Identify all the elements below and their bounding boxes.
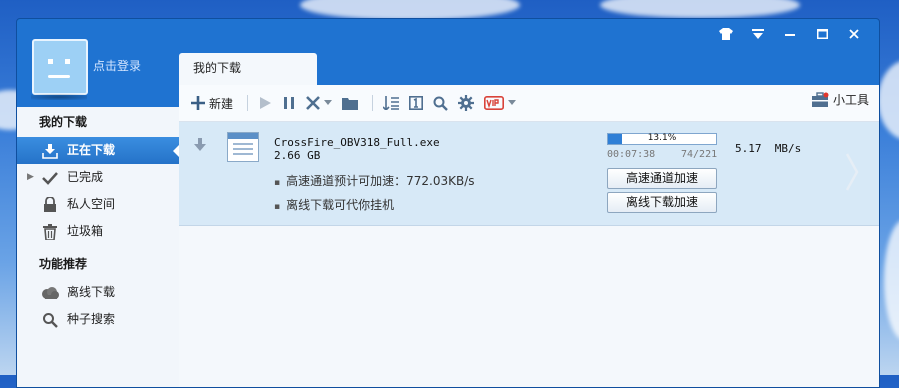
properties-icon <box>409 96 424 110</box>
vip-button[interactable] <box>484 91 517 115</box>
sidebar-item-label: 离线下载 <box>67 285 116 299</box>
delete-icon <box>306 96 320 110</box>
elapsed-time: 00:07:38 <box>607 149 656 160</box>
pause-button[interactable] <box>282 91 296 115</box>
toolbar-divider <box>247 95 249 111</box>
plus-icon <box>191 96 205 110</box>
download-speed: 5.17 MB/s <box>735 142 802 155</box>
toolbar-divider <box>372 95 374 111</box>
avatar-mouth <box>48 75 70 78</box>
trash-icon <box>41 223 59 241</box>
download-arrow-icon <box>193 138 207 155</box>
close-icon[interactable] <box>843 25 865 43</box>
main-panel: 新建 小工具 CrossFire_OBV318_Full.exe 2.66 GB… <box>179 85 879 387</box>
offline-accelerate-button[interactable]: 离线下载加速 <box>607 192 717 213</box>
sidebar-item-label: 垃圾箱 <box>67 224 104 238</box>
avatar-eye <box>65 59 70 64</box>
delete-button[interactable] <box>306 91 333 115</box>
expand-arrow-icon[interactable]: ▶ <box>27 164 34 191</box>
open-folder-button[interactable] <box>342 91 359 115</box>
avatar[interactable] <box>32 39 88 95</box>
sidebar-heading-features: 功能推荐 <box>39 257 88 271</box>
file-type-icon <box>227 132 259 162</box>
sidebar-item-label: 种子搜索 <box>67 312 116 326</box>
progress-percent: 13.1% <box>647 133 677 143</box>
sidebar-item-label: 私人空间 <box>67 197 116 211</box>
download-task-row[interactable]: CrossFire_OBV318_Full.exe 2.66 GB 高速通道预计… <box>179 122 879 226</box>
sidebar: 我的下载 正在下载 ▶ 已完成 私人空间 垃圾箱 功能推荐 离线下载 种子搜索 <box>17 107 180 387</box>
sort-icon <box>383 96 400 110</box>
play-icon <box>260 97 272 109</box>
vip-icon <box>484 96 505 110</box>
skin-icon[interactable] <box>715 25 737 43</box>
maximize-icon[interactable] <box>811 25 833 43</box>
check-icon <box>41 169 59 187</box>
pause-icon <box>284 97 295 109</box>
new-task-button[interactable]: 新建 <box>191 91 233 115</box>
search-icon <box>433 96 448 111</box>
menu-icon[interactable] <box>747 25 769 43</box>
sidebar-item-label: 已完成 <box>67 170 104 184</box>
desktop-cloud <box>600 0 800 18</box>
toolbar: 新建 小工具 <box>179 85 879 122</box>
folder-icon <box>342 98 359 110</box>
file-size: 2.66 GB <box>274 149 321 162</box>
desktop-cloud <box>878 60 899 140</box>
offline-download-hint: 离线下载可代你挂机 <box>274 196 394 213</box>
sidebar-item-trash[interactable]: 垃圾箱 <box>17 218 179 245</box>
toolbox-icon <box>811 91 829 107</box>
sort-button[interactable] <box>383 91 400 115</box>
lock-icon <box>41 196 59 214</box>
desktop-cloud <box>884 220 899 340</box>
sidebar-heading-my-downloads: 我的下载 <box>39 115 88 129</box>
start-button[interactable] <box>258 91 272 115</box>
dropdown-arrow-icon[interactable] <box>508 100 517 106</box>
cloud-icon <box>41 284 59 302</box>
search-button[interactable] <box>433 91 448 115</box>
high-speed-accelerate-button[interactable]: 高速通道加速 <box>607 168 717 189</box>
settings-icon <box>458 95 475 111</box>
dropdown-arrow-icon[interactable] <box>324 100 333 106</box>
avatar-shadow <box>31 94 87 100</box>
new-task-label: 新建 <box>209 96 234 111</box>
settings-button[interactable] <box>458 91 475 115</box>
small-tools-label: 小工具 <box>832 93 869 107</box>
app-window: 点击登录 我的下载 我的下载 正在下载 ▶ 已完成 私人空间 垃圾箱 功能推荐 … <box>16 18 880 388</box>
sidebar-item-downloading[interactable]: 正在下载 <box>17 137 180 164</box>
desktop-cloud <box>300 0 520 20</box>
high-speed-hint: 高速通道预计可加速：772.03KB/s <box>274 172 474 189</box>
sidebar-item-private-space[interactable]: 私人空间 <box>17 191 179 218</box>
file-name: CrossFire_OBV318_Full.exe <box>274 136 440 149</box>
chevron-right-icon[interactable] <box>845 152 859 195</box>
minimize-icon[interactable] <box>779 25 801 43</box>
tab-my-downloads[interactable]: 我的下载 <box>179 53 317 85</box>
properties-button[interactable] <box>409 91 424 115</box>
sidebar-item-label: 正在下载 <box>67 143 116 157</box>
search-icon <box>41 311 59 329</box>
sidebar-item-seed-search[interactable]: 种子搜索 <box>17 306 179 333</box>
progress-bar: 13.1% <box>607 133 717 145</box>
sidebar-item-offline-download[interactable]: 离线下载 <box>17 279 179 306</box>
small-tools-button[interactable]: 小工具 <box>811 91 869 108</box>
title-bar-buttons <box>715 25 865 43</box>
sidebar-item-completed[interactable]: ▶ 已完成 <box>17 164 179 191</box>
pieces-count: 74/221 <box>681 149 718 160</box>
login-link[interactable]: 点击登录 <box>93 57 141 74</box>
avatar-eye <box>48 59 53 64</box>
download-icon <box>41 142 59 160</box>
